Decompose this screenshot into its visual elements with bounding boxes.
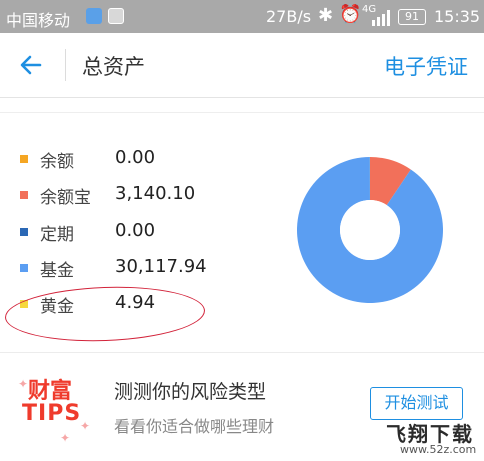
legend-dot xyxy=(20,191,28,199)
gallery-notification-icon xyxy=(108,8,124,24)
electronic-voucher-link[interactable]: 电子凭证 xyxy=(384,51,468,81)
network-speed: 27B/s xyxy=(266,7,312,26)
asset-label: 余额宝 xyxy=(40,188,91,208)
site-watermark: 飞翔下载 www.52z.com xyxy=(378,418,478,458)
logo-text: TIPS xyxy=(22,401,82,426)
asset-label: 定期 xyxy=(40,225,74,245)
nav-bar: 总资产 电子凭证 xyxy=(0,33,484,98)
wealth-tips-logo: 财富 TIPS ✦ ✦ ✦ xyxy=(18,371,90,447)
asset-value: 3,140.10 xyxy=(115,183,196,204)
notification-app-icon xyxy=(86,8,102,24)
tips-title: 测测你的风险类型 xyxy=(114,381,267,403)
status-bar: 中国移动 27B/s ✱ ⏰ 4G 91 15:35 xyxy=(0,0,484,33)
tips-subtitle: 看看你适合做哪些理财 xyxy=(114,417,275,436)
asset-label: 基金 xyxy=(40,261,74,281)
sparkle-icon: ✦ xyxy=(18,377,29,391)
asset-value: 0.00 xyxy=(115,147,156,168)
asset-row-yuebao[interactable]: 余额宝 3,140.10 xyxy=(0,180,280,210)
carrier-name: 中国移动 xyxy=(6,11,71,30)
bluetooth-icon: ✱ xyxy=(318,5,334,26)
alarm-icon: ⏰ xyxy=(339,4,362,25)
start-test-button[interactable]: 开始测试 xyxy=(370,387,463,420)
sparkle-icon: ✦ xyxy=(80,419,91,433)
asset-value: 0.00 xyxy=(115,220,156,241)
legend-dot xyxy=(20,228,28,236)
spacer xyxy=(0,98,484,112)
sparkle-icon: ✦ xyxy=(60,431,71,445)
asset-row-fixed-term[interactable]: 定期 0.00 xyxy=(0,217,280,247)
clock: 15:35 xyxy=(434,7,481,26)
back-button[interactable] xyxy=(14,47,50,83)
donut-hole xyxy=(340,200,400,260)
watermark-url: www.52z.com xyxy=(400,443,477,456)
page-title: 总资产 xyxy=(82,55,145,79)
asset-donut-chart xyxy=(297,157,443,303)
arrow-left-icon xyxy=(20,55,42,75)
nav-divider xyxy=(65,49,66,81)
asset-row-balance[interactable]: 余额 0.00 xyxy=(0,144,280,174)
legend-dot xyxy=(20,155,28,163)
signal-icon xyxy=(372,8,390,26)
battery-indicator: 91 xyxy=(398,9,426,25)
legend-dot xyxy=(20,264,28,272)
asset-row-fund[interactable]: 基金 30,117.94 xyxy=(0,253,280,283)
asset-value: 30,117.94 xyxy=(115,256,207,277)
asset-label: 余额 xyxy=(40,152,74,172)
